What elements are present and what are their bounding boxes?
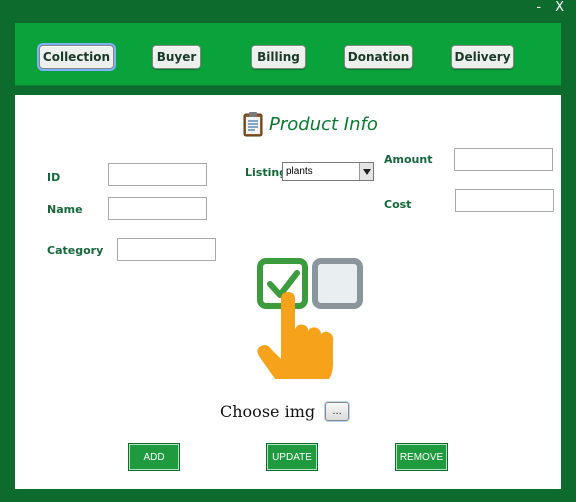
- close-button[interactable]: X: [555, 0, 564, 18]
- id-input[interactable]: [108, 163, 207, 186]
- clipboard-icon: [243, 112, 263, 137]
- page-title: Product Info: [243, 109, 378, 139]
- nav-delivery-button[interactable]: Delivery: [451, 45, 514, 69]
- choose-image-row: Choose img ...: [220, 402, 350, 421]
- category-label: Category: [47, 244, 104, 257]
- top-navigation-bar: Collection Buyer Billing Donation Delive…: [15, 23, 561, 86]
- amount-label: Amount: [384, 153, 433, 166]
- browse-image-button[interactable]: ...: [325, 402, 350, 421]
- add-button[interactable]: ADD: [128, 443, 180, 471]
- nav-collection-button[interactable]: Collection: [39, 45, 114, 69]
- chevron-down-icon[interactable]: [359, 163, 373, 180]
- nav-donation-button[interactable]: Donation: [344, 45, 413, 69]
- checkbox-hand-illustration: [257, 258, 363, 379]
- product-info-panel: Product Info ID Name Category Listing pl…: [15, 95, 561, 489]
- listing-label: Listing: [245, 166, 288, 179]
- listing-selected-value: plants: [286, 166, 313, 177]
- listing-dropdown[interactable]: plants: [282, 162, 374, 181]
- minimize-button[interactable]: -: [536, 0, 541, 18]
- remove-button[interactable]: REMOVE: [395, 443, 448, 471]
- name-label: Name: [47, 203, 83, 216]
- window-controls: - X: [536, 0, 576, 18]
- amount-input[interactable]: [454, 148, 553, 171]
- cost-input[interactable]: [455, 189, 554, 212]
- cost-label: Cost: [384, 198, 412, 211]
- update-button[interactable]: UPDATE: [266, 443, 318, 471]
- id-label: ID: [47, 171, 61, 184]
- nav-billing-button[interactable]: Billing: [251, 45, 306, 69]
- name-input[interactable]: [108, 197, 207, 220]
- title-text: Product Info: [269, 113, 378, 135]
- choose-img-label: Choose img: [220, 402, 316, 421]
- category-input[interactable]: [117, 238, 216, 261]
- nav-buyer-button[interactable]: Buyer: [152, 45, 201, 69]
